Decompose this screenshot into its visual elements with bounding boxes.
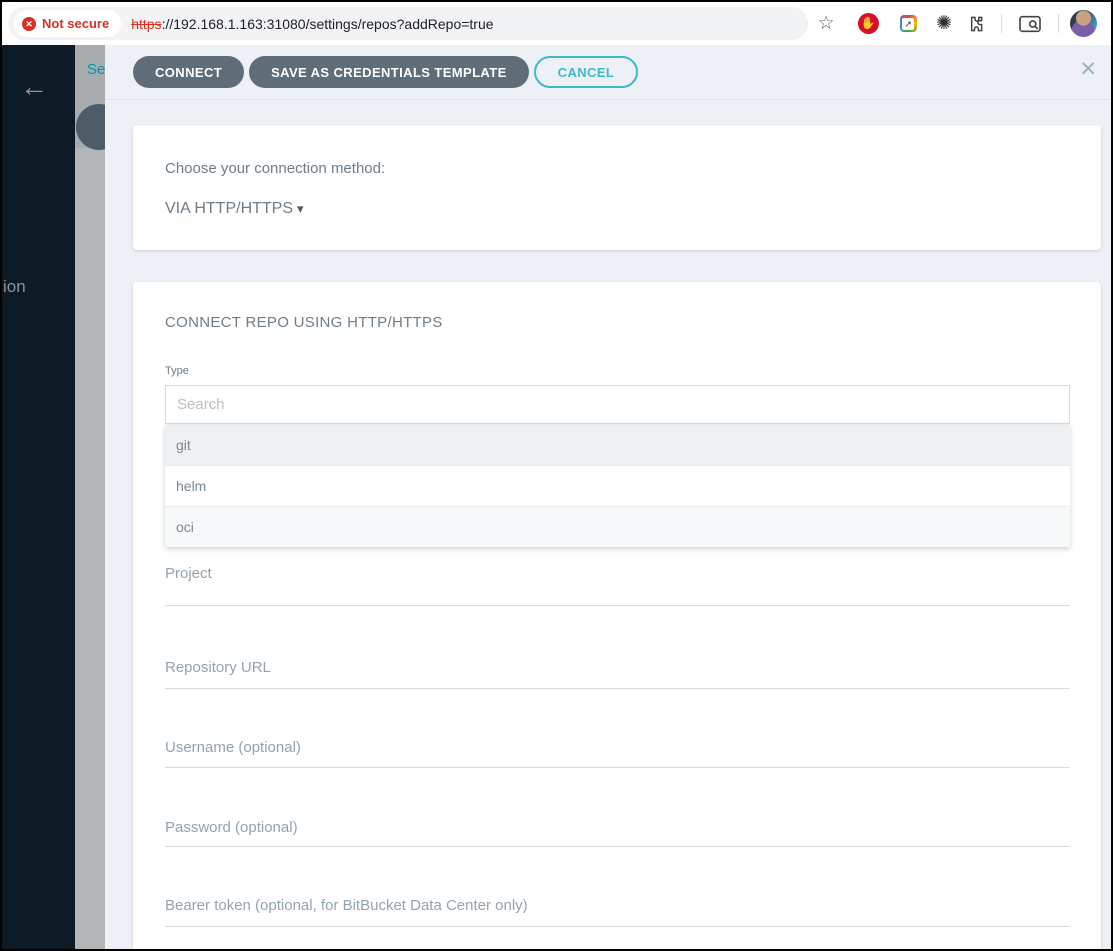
breadcrumb: Se [87,61,105,78]
url-rest: ://192.168.1.163:31080/settings/repos?ad… [161,15,494,32]
password-field[interactable]: Password (optional) [165,819,1070,847]
connect-repo-panel: CONNECT SAVE AS CREDENTIALS TEMPLATE CAN… [105,45,1111,949]
dimmed-background-strip: Se [75,45,105,949]
gear-extension-icon[interactable]: ✺ [930,2,958,45]
bearer-token-field-underline [165,926,1070,927]
url-scheme: https [131,15,162,32]
app-sidebar: ← ion [2,45,75,949]
screenshot-extension-icon[interactable] [895,2,921,45]
repository-url-field-label: Repository URL [165,659,271,676]
back-arrow-icon[interactable]: ← [20,71,48,103]
type-option-helm[interactable]: helm [165,465,1070,506]
connection-method-card: Choose your connection method: VIA HTTP/… [133,125,1101,250]
not-secure-label: Not secure [42,16,110,31]
bearer-token-field[interactable]: Bearer token (optional, for BitBucket Da… [165,897,1070,927]
chevron-down-icon: ▾ [297,201,304,216]
username-field-underline [165,767,1070,768]
sidebar-clipped-label: ion [3,277,26,296]
username-field[interactable]: Username (optional) [165,739,1070,768]
close-icon[interactable]: ✕ [1079,59,1097,80]
method-prompt: Choose your connection method: [165,160,386,177]
picture-icon [899,15,917,32]
cancel-button[interactable]: CANCEL [533,56,639,88]
username-field-label: Username (optional) [165,739,301,756]
connect-button[interactable]: CONNECT [133,56,245,88]
type-options-dropdown: git helm oci [165,424,1070,547]
bearer-token-field-label: Bearer token (optional, for BitBucket Da… [165,897,528,914]
type-option-oci[interactable]: oci [165,506,1070,547]
project-field[interactable]: Project [165,565,1070,606]
form-title: CONNECT REPO USING HTTP/HTTPS [165,314,443,331]
type-option-git[interactable]: git [165,424,1070,465]
type-search-box [165,385,1070,424]
type-field-label: Type [165,365,189,377]
bookmark-star-icon[interactable]: ☆ [812,2,840,45]
not-secure-badge[interactable]: ✕ Not secure [14,10,122,37]
project-field-label: Project [165,565,212,582]
extensions-puzzle-icon[interactable] [962,2,988,45]
panel-toolbar: CONNECT SAVE AS CREDENTIALS TEMPLATE CAN… [105,45,1111,100]
password-field-underline [165,846,1070,847]
method-dropdown[interactable]: VIA HTTP/HTTPS ▾ [165,200,304,218]
method-dropdown-value: VIA HTTP/HTTPS [165,200,294,217]
profile-avatar[interactable] [1070,10,1097,37]
repository-url-field-underline [165,688,1070,689]
browser-window: ✕ Not secure https://192.168.1.163:31080… [0,0,1113,951]
save-credentials-template-button[interactable]: SAVE AS CREDENTIALS TEMPLATE [249,56,529,88]
type-search-input[interactable] [166,386,1069,423]
repository-url-field[interactable]: Repository URL [165,659,1070,689]
page-content: ← ion Se CONNECT SAVE AS CREDENTIALS TEM… [2,45,1111,949]
toolbar-divider [1001,14,1002,33]
address-bar[interactable]: ✕ Not secure https://192.168.1.163:31080… [8,7,808,40]
project-field-underline [165,605,1070,606]
toolbar-divider [1058,14,1059,33]
url-text: https://192.168.1.163:31080/settings/rep… [131,16,493,32]
browser-toolbar: ✕ Not secure https://192.168.1.163:31080… [2,2,1111,45]
connect-repo-form-card: CONNECT REPO USING HTTP/HTTPS Type git h… [133,282,1101,949]
not-secure-icon: ✕ [22,16,36,31]
adblock-extension-icon[interactable]: ✋ [855,2,881,45]
hand-icon: ✋ [857,13,879,34]
search-tabs-icon[interactable] [1014,2,1046,45]
password-field-label: Password (optional) [165,819,298,836]
